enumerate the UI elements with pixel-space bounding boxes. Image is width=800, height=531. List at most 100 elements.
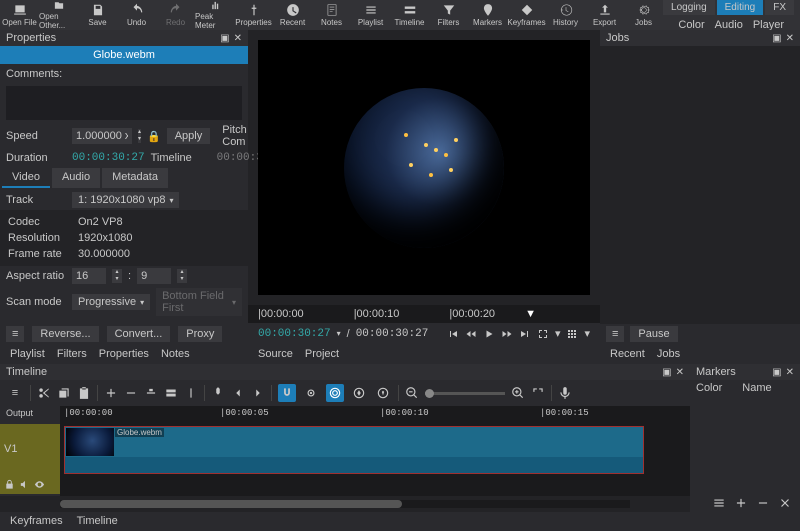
undock-icon[interactable]: ▣ [662,367,671,378]
skip-end-icon[interactable] [519,328,531,340]
copy-icon[interactable] [57,386,71,400]
metadata-tab[interactable]: Metadata [102,168,168,188]
current-timecode[interactable]: 00:00:30:27 [258,328,331,340]
comments-input[interactable] [6,86,242,120]
output-header[interactable]: Output [0,406,60,424]
track-v1-header[interactable]: V1 [0,424,60,474]
timeline-ruler[interactable]: |00:00:00 |00:00:05 |00:00:10 |00:00:15 [60,406,690,424]
lift-icon[interactable] [144,386,158,400]
zoom-in-icon[interactable] [511,386,525,400]
append-icon[interactable] [104,386,118,400]
record-audio-icon[interactable] [558,386,572,400]
speed-lock-icon[interactable]: 🔒 [147,130,161,143]
markers-button[interactable]: Markers [468,0,507,30]
color-column[interactable]: Color [696,382,722,394]
speed-input[interactable] [72,128,132,144]
editing-tab[interactable]: Editing [717,0,764,15]
properties-tab[interactable]: Properties [99,348,149,360]
play-icon[interactable] [483,328,495,340]
zoom-fit-icon[interactable] [531,386,545,400]
project-tab[interactable]: Project [305,348,339,360]
cut-icon[interactable] [37,386,51,400]
name-column[interactable]: Name [742,382,771,394]
filters-tab[interactable]: Filters [57,348,87,360]
history-button[interactable]: History [546,0,585,30]
player-ruler[interactable]: |00:00:00 |00:00:10 |00:00:20 ▼ [248,305,600,323]
playhead-icon[interactable]: ▼ [525,308,536,320]
zoom-out-icon[interactable] [405,386,419,400]
rewind-icon[interactable] [465,328,477,340]
zoom-slider[interactable] [425,392,505,395]
grid-icon[interactable] [566,328,578,340]
recent-tab[interactable]: Recent [610,348,645,360]
clip[interactable]: Globe.webm [64,426,644,474]
aspect-h-input[interactable] [137,268,171,284]
ripple-all-icon[interactable] [350,384,368,402]
tracks-area[interactable]: |00:00:00 |00:00:05 |00:00:10 |00:00:15 … [60,406,690,496]
keyframes-button[interactable]: Keyframes [507,0,546,30]
add-marker-icon[interactable] [734,496,748,510]
audio-tab[interactable]: Audio [715,19,743,31]
recent-button[interactable]: Recent [273,0,312,30]
remove-icon[interactable] [124,386,138,400]
overwrite-icon[interactable] [164,386,178,400]
track-select[interactable]: 1: 1920x1080 vp8 [72,192,179,208]
skip-start-icon[interactable] [447,328,459,340]
peak-meter-button[interactable]: Peak Meter [195,0,234,30]
markers-menu-icon[interactable] [712,496,726,510]
export-button[interactable]: Export [585,0,624,30]
audio-prop-tab[interactable]: Audio [52,168,100,188]
close-icon[interactable]: ✕ [676,367,684,378]
undock-icon[interactable]: ▣ [220,33,229,44]
undock-icon[interactable]: ▣ [772,33,781,44]
timeline-scroll[interactable] [60,500,630,508]
open-other-button[interactable]: Open Other... [39,0,78,30]
jobs-menu-icon[interactable]: ≡ [606,326,624,342]
pause-button[interactable]: Pause [630,326,677,342]
lock-icon[interactable] [4,479,15,490]
keyframes-tab[interactable]: Keyframes [10,515,63,527]
menu-icon[interactable]: ≡ [6,326,24,342]
prev-marker-icon[interactable] [231,386,245,400]
close-icon[interactable]: ✕ [786,33,794,44]
split-icon[interactable] [184,386,198,400]
filters-button[interactable]: Filters [429,0,468,30]
ripple-icon[interactable] [326,384,344,402]
notes-button[interactable]: Notes [312,0,351,30]
open-file-button[interactable]: Open File [0,0,39,30]
jobs-button[interactable]: Jobs [624,0,663,30]
aspect-h-spinner[interactable]: ▴▾ [177,269,187,283]
ripple-markers-icon[interactable] [374,384,392,402]
marker-icon[interactable] [211,386,225,400]
apply-button[interactable]: Apply [167,128,211,144]
timeline-tab[interactable]: Timeline [77,515,118,527]
tl-menu-icon[interactable]: ≡ [6,384,24,402]
proxy-button[interactable]: Proxy [178,326,222,342]
zoom-select-icon[interactable] [537,328,549,340]
jobs-tab[interactable]: Jobs [657,348,680,360]
undo-button[interactable]: Undo [117,0,156,30]
close-icon[interactable]: ✕ [234,33,242,44]
clear-markers-icon[interactable] [778,496,792,510]
scrub-icon[interactable] [302,384,320,402]
field-select[interactable]: Bottom Field First [156,288,242,316]
aspect-w-input[interactable] [72,268,106,284]
redo-button[interactable]: Redo [156,0,195,30]
source-tab[interactable]: Source [258,348,293,360]
snap-icon[interactable] [278,384,296,402]
mute-icon[interactable] [19,479,30,490]
playlist-tab[interactable]: Playlist [10,348,45,360]
next-marker-icon[interactable] [251,386,265,400]
fx-tab[interactable]: FX [765,0,794,15]
aspect-w-spinner[interactable]: ▴▾ [112,269,122,283]
hide-icon[interactable] [34,479,45,490]
timeline-button[interactable]: Timeline [390,0,429,30]
player-tab[interactable]: Player [753,19,784,31]
close-icon[interactable]: ✕ [786,367,794,378]
reverse-button[interactable]: Reverse... [32,326,98,342]
forward-icon[interactable] [501,328,513,340]
notes-tab[interactable]: Notes [161,348,190,360]
playlist-button[interactable]: Playlist [351,0,390,30]
paste-icon[interactable] [77,386,91,400]
undock-icon[interactable]: ▣ [772,367,781,378]
